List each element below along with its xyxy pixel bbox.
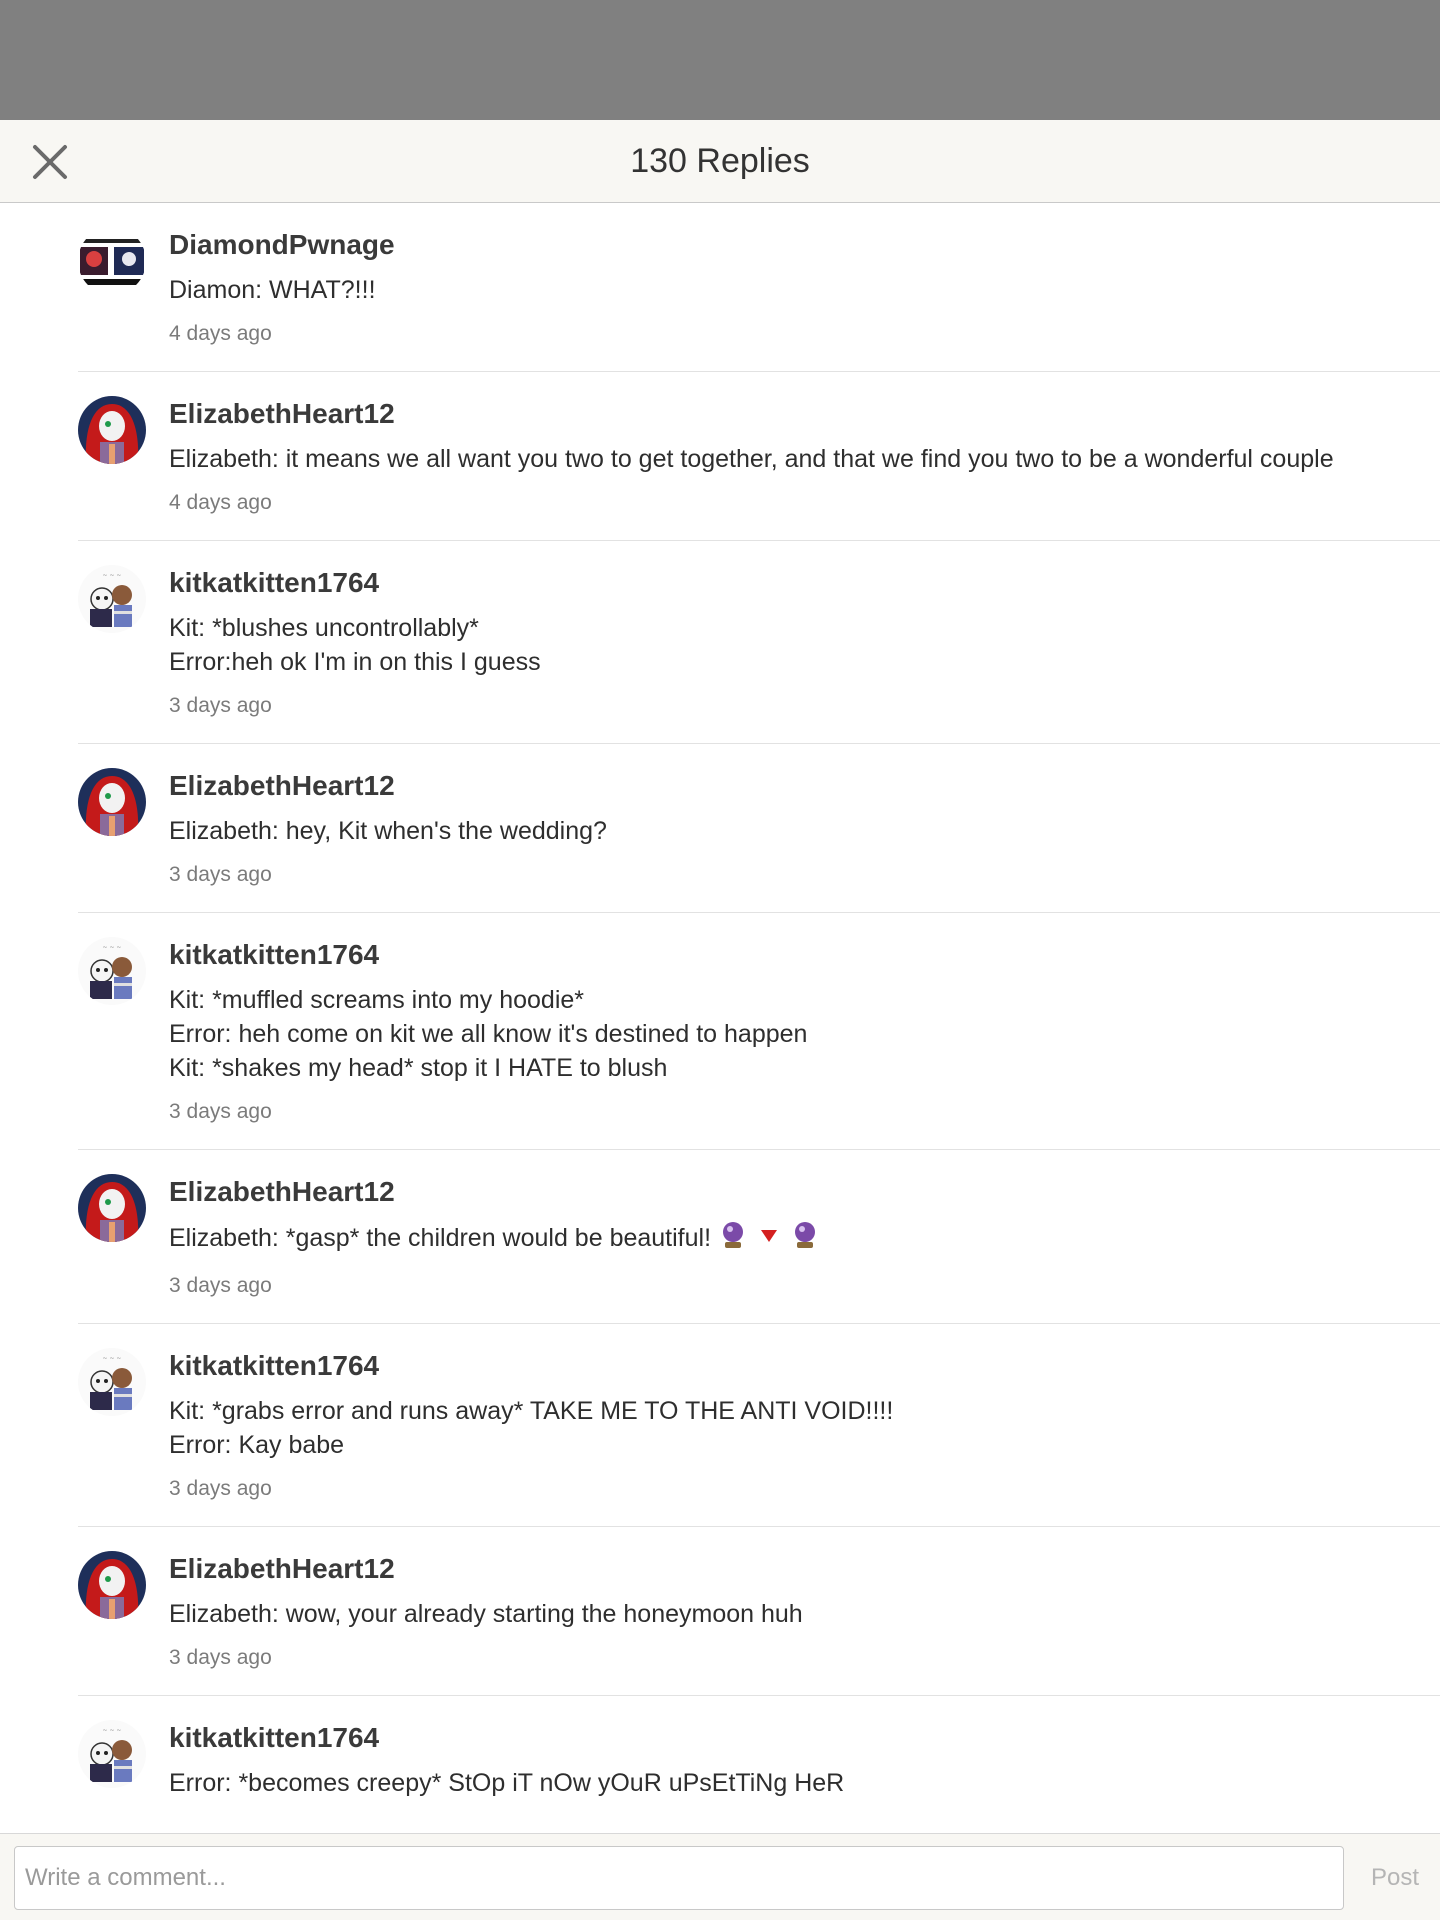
reply-item: ElizabethHeart12 Elizabeth: *gasp* the ch… — [78, 1150, 1440, 1324]
comment-input[interactable] — [14, 1846, 1344, 1910]
reply-text-line: Kit: *blushes uncontrollably* — [169, 611, 1440, 645]
reply-text: Kit: *grabs error and runs away* TAKE ME… — [169, 1394, 1440, 1462]
reply-text-line: Elizabeth: *gasp* the children would be … — [169, 1220, 1440, 1259]
comment-composer: Post — [0, 1833, 1440, 1920]
reply-timestamp: 4 days ago — [169, 322, 272, 345]
reply-text: Elizabeth: it means we all want you two … — [169, 442, 1440, 476]
dimmed-background-overlay[interactable] — [0, 0, 1440, 120]
reply-username[interactable]: ElizabethHeart12 — [169, 1549, 1440, 1589]
reply-text: Diamon: WHAT?!!! — [169, 273, 1440, 307]
reply-text: Elizabeth: wow, your already starting th… — [169, 1597, 1440, 1631]
replies-header: 130 Replies — [0, 120, 1440, 203]
reply-text-content: Error:heh ok I'm in on this I guess — [169, 648, 541, 676]
replies-list: DiamondPwnage Diamon: WHAT?!!! 4 days ago E… — [0, 203, 1440, 1833]
reply-timestamp: 3 days ago — [169, 1477, 272, 1500]
emoji-group — [719, 1220, 819, 1259]
svg-text:~ ~ ~: ~ ~ ~ — [103, 1727, 122, 1734]
reply-text-line: Error: Kay babe — [169, 1428, 1440, 1462]
reply-text-content: Elizabeth: wow, your already starting th… — [169, 1600, 803, 1628]
reply-text-line: Elizabeth: hey, Kit when's the wedding? — [169, 814, 1440, 848]
reply-text-content: Diamon: WHAT?!!! — [169, 276, 376, 304]
reply-username[interactable]: kitkatkitten1764 — [169, 935, 1440, 975]
reply-username[interactable]: kitkatkitten1764 — [169, 1718, 1440, 1758]
reply-username[interactable]: ElizabethHeart12 — [169, 1172, 1440, 1212]
reply-item: ElizabethHeart12 Elizabeth: it means we a… — [78, 372, 1440, 541]
diamondpwnage-avatar[interactable] — [78, 227, 146, 295]
svg-text:~ ~ ~: ~ ~ ~ — [103, 944, 122, 951]
reply-text-line: Error:heh ok I'm in on this I guess — [169, 645, 1440, 679]
kitkatkitten1764-avatar[interactable]: ~ ~ ~ — [78, 1720, 146, 1788]
svg-text:~ ~ ~: ~ ~ ~ — [103, 572, 122, 579]
reply-timestamp: 3 days ago — [169, 1100, 272, 1123]
reply-text-line: Error: *becomes creepy* StOp iT nOw yOuR… — [169, 1766, 1440, 1800]
reply-text-content: Kit: *grabs error and runs away* TAKE ME… — [169, 1397, 894, 1425]
reply-username[interactable]: ElizabethHeart12 — [169, 766, 1440, 806]
reply-username[interactable]: DiamondPwnage — [169, 225, 1440, 265]
reply-text-line: Kit: *grabs error and runs away* TAKE ME… — [169, 1394, 1440, 1428]
reply-timestamp: 3 days ago — [169, 1646, 272, 1669]
elizabethheart12-avatar[interactable] — [78, 1174, 146, 1242]
reply-text-line: Kit: *shakes my head* stop it I HATE to … — [169, 1051, 1440, 1085]
reply-text-content: Elizabeth: it means we all want you two … — [169, 445, 1334, 473]
reply-text-content: Error: heh come on kit we all know it's … — [169, 1020, 808, 1048]
reply-username[interactable]: ElizabethHeart12 — [169, 394, 1440, 434]
reply-item: ~ ~ ~ kitkatkitten1764 Kit: *grabs error a… — [78, 1324, 1440, 1527]
reply-text: Kit: *blushes uncontrollably* Error:heh o… — [169, 611, 1440, 679]
reply-username[interactable]: kitkatkitten1764 — [169, 1346, 1440, 1386]
reply-text-line: Diamon: WHAT?!!! — [169, 273, 1440, 307]
reply-text-content: Kit: *blushes uncontrollably* — [169, 614, 479, 642]
post-button[interactable]: Post — [1360, 1846, 1430, 1910]
reply-text-content: Kit: *shakes my head* stop it I HATE to … — [169, 1054, 668, 1082]
reply-text-content: Kit: *muffled screams into my hoodie* — [169, 986, 585, 1014]
reply-username[interactable]: kitkatkitten1764 — [169, 563, 1440, 603]
reply-item: ~ ~ ~ kitkatkitten1764 Kit: *blushes uncon… — [78, 541, 1440, 744]
reply-text: Kit: *muffled screams into my hoodie* Err… — [169, 983, 1440, 1085]
kitkatkitten1764-avatar[interactable]: ~ ~ ~ — [78, 1348, 146, 1416]
crystal-ball-icon — [719, 1220, 747, 1259]
elizabethheart12-avatar[interactable] — [78, 1551, 146, 1619]
crystal-ball-icon — [791, 1220, 819, 1259]
reply-item: ElizabethHeart12 Elizabeth: hey, Kit when… — [78, 744, 1440, 913]
reply-item: ElizabethHeart12 Elizabeth: wow, your alr… — [78, 1527, 1440, 1696]
red-triangle-icon — [755, 1220, 783, 1259]
kitkatkitten1764-avatar[interactable]: ~ ~ ~ — [78, 937, 146, 1005]
reply-timestamp: 3 days ago — [169, 1274, 272, 1297]
reply-item: DiamondPwnage Diamon: WHAT?!!! 4 days ago — [78, 203, 1440, 372]
reply-text-line: Error: heh come on kit we all know it's … — [169, 1017, 1440, 1051]
reply-item: ~ ~ ~ kitkatkitten1764 Error: *becomes cre… — [78, 1696, 1440, 1822]
reply-text-line: Elizabeth: wow, your already starting th… — [169, 1597, 1440, 1631]
reply-timestamp: 3 days ago — [169, 863, 272, 886]
reply-text-content: Elizabeth: *gasp* the children would be … — [169, 1224, 712, 1253]
reply-text-line: Kit: *muffled screams into my hoodie* — [169, 983, 1440, 1017]
reply-text: Elizabeth: *gasp* the children would be … — [169, 1220, 1440, 1259]
reply-text: Elizabeth: hey, Kit when's the wedding? — [169, 814, 1440, 848]
elizabethheart12-avatar[interactable] — [78, 768, 146, 836]
kitkatkitten1764-avatar[interactable]: ~ ~ ~ — [78, 565, 146, 633]
elizabethheart12-avatar[interactable] — [78, 396, 146, 464]
svg-text:~ ~ ~: ~ ~ ~ — [103, 1355, 122, 1362]
reply-text-line: Elizabeth: it means we all want you two … — [169, 442, 1440, 476]
page-title: 130 Replies — [630, 142, 810, 180]
reply-text-content: Elizabeth: hey, Kit when's the wedding? — [169, 817, 607, 845]
reply-text: Error: *becomes creepy* StOp iT nOw yOuR… — [169, 1766, 1440, 1800]
reply-timestamp: 4 days ago — [169, 491, 272, 514]
reply-text-content: Error: Kay babe — [169, 1431, 345, 1459]
reply-item: ~ ~ ~ kitkatkitten1764 Kit: *muffled screa… — [78, 913, 1440, 1150]
reply-timestamp: 3 days ago — [169, 694, 272, 717]
reply-text-content: Error: *becomes creepy* StOp iT nOw yOuR… — [169, 1769, 845, 1797]
